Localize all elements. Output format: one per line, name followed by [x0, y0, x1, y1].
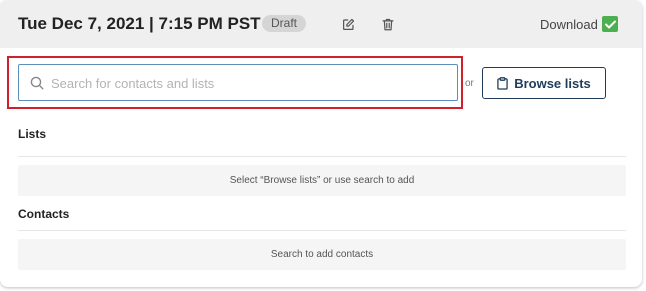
lists-heading: Lists [18, 127, 47, 141]
search-icon [30, 76, 44, 90]
clipboard-icon [497, 76, 508, 90]
download-label: Download [540, 17, 598, 32]
browse-lists-button[interactable]: Browse lists [482, 67, 606, 99]
pencil-square-icon [342, 18, 354, 30]
checkmark-icon [604, 20, 616, 28]
status-badge: Draft [262, 15, 307, 32]
search-input[interactable] [51, 73, 451, 93]
download-checkbox[interactable] [602, 16, 618, 32]
schedule-title: Tue Dec 7, 2021 | 7:15 PM PST [18, 14, 261, 33]
lists-divider [18, 156, 626, 157]
contacts-heading: Contacts [18, 207, 70, 221]
campaign-card: Tue Dec 7, 2021 | 7:15 PM PST Draft Down… [0, 0, 642, 287]
contacts-empty-state: Search to add contacts [18, 239, 626, 270]
contacts-divider [18, 230, 626, 231]
or-separator: or [465, 78, 474, 89]
browse-lists-label: Browse lists [514, 75, 591, 91]
search-field[interactable] [18, 64, 458, 101]
lists-empty-state: Select “Browse lists” or use search to a… [18, 165, 626, 196]
card-header: Tue Dec 7, 2021 | 7:15 PM PST Draft Down… [0, 0, 642, 48]
trash-icon [382, 18, 394, 30]
delete-button[interactable] [379, 15, 397, 33]
edit-button[interactable] [339, 15, 357, 33]
